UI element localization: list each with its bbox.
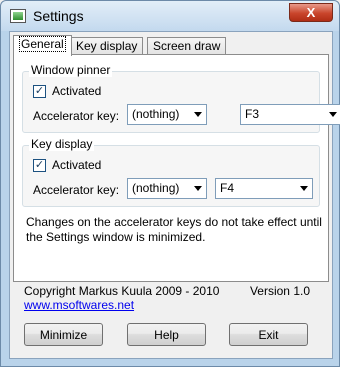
title-bar[interactable]: Settings X <box>1 1 339 31</box>
window-pinner-activated-label: Activated <box>52 84 102 98</box>
close-button[interactable]: X <box>289 3 333 22</box>
key-display-modifier-value: (nothing) <box>132 181 180 195</box>
tab-screen-draw[interactable]: Screen draw <box>147 37 227 55</box>
key-display-accel-row: Accelerator key: <box>33 183 119 197</box>
key-display-activated[interactable]: ✓ Activated <box>33 158 101 172</box>
app-icon <box>10 9 26 23</box>
window-title: Settings <box>33 8 84 24</box>
chevron-down-icon <box>300 186 308 191</box>
key-display-key-select[interactable]: F4 <box>215 178 313 199</box>
window-pinner-accel-label: Accelerator key: <box>33 109 120 123</box>
settings-window: Settings X General Key display Screen dr… <box>0 0 340 367</box>
window-pinner-title: Window pinner <box>29 63 113 77</box>
help-button[interactable]: Help <box>127 323 206 346</box>
window-pinner-checkbox[interactable]: ✓ <box>33 84 46 98</box>
copyright-text: Copyright Markus Kuula 2009 - 2010 <box>24 284 220 298</box>
window-pinner-key-value: F3 <box>245 107 260 121</box>
window-pinner-group: Window pinner ✓ Activated Accelerator ke… <box>22 63 340 133</box>
key-display-title: Key display <box>29 137 95 151</box>
exit-button[interactable]: Exit <box>229 323 308 346</box>
tab-general[interactable]: General <box>13 35 72 56</box>
minimize-button[interactable]: Minimize <box>24 323 103 346</box>
key-display-modifier-select[interactable]: (nothing) <box>127 178 207 199</box>
general-tab-panel: Window pinner ✓ Activated Accelerator ke… <box>13 54 340 282</box>
tab-key-display[interactable]: Key display <box>70 37 144 55</box>
chevron-down-icon <box>329 112 337 117</box>
window-pinner-modifier-value: (nothing) <box>132 107 180 121</box>
key-display-group: Key display ✓ Activated Accelerator key:… <box>22 137 320 207</box>
key-display-activated-label: Activated <box>52 158 102 172</box>
key-display-accel-label: Accelerator key: <box>33 183 120 197</box>
accelerator-note: Changes on the accelerator keys do not t… <box>26 215 322 244</box>
window-pinner-activated[interactable]: ✓ Activated <box>33 84 101 98</box>
chevron-down-icon <box>194 112 202 117</box>
website-link[interactable]: www.msoftwares.net <box>24 298 134 312</box>
version-text: Version 1.0 <box>249 284 310 298</box>
window-pinner-modifier-select[interactable]: (nothing) <box>127 104 207 125</box>
key-display-key-value: F4 <box>220 181 235 195</box>
window-pinner-accel-row: Accelerator key: <box>33 109 119 123</box>
key-display-checkbox[interactable]: ✓ <box>33 158 46 172</box>
window-pinner-key-select[interactable]: F3 <box>240 104 340 125</box>
client-area: General Key display Screen draw Window p… <box>9 31 340 359</box>
chevron-down-icon <box>194 186 202 191</box>
